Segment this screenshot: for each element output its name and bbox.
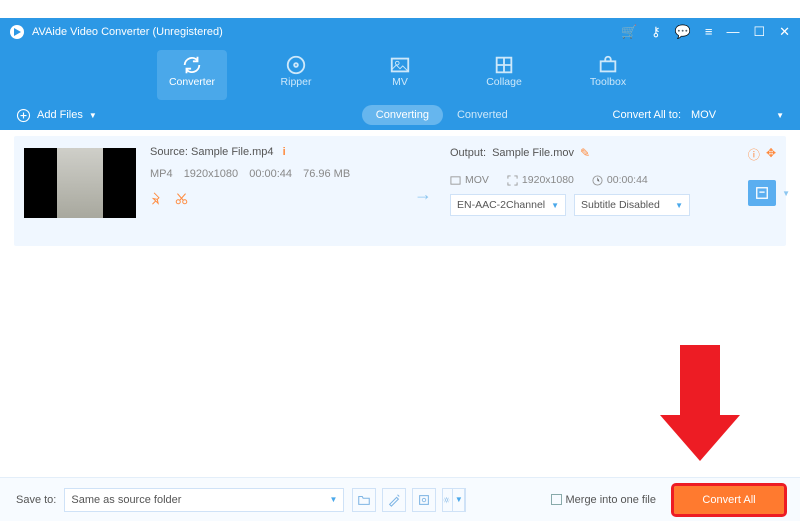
source-duration: 00:00:44	[249, 168, 292, 180]
settings-button[interactable]: ▼	[442, 488, 466, 512]
out-format: MOV	[465, 174, 489, 186]
save-to-select[interactable]: Same as source folder▼	[64, 488, 344, 512]
convert-all-to-label: Convert All to:	[613, 109, 681, 121]
nav-ripper[interactable]: Ripper	[261, 50, 331, 100]
open-folder-button[interactable]	[352, 488, 376, 512]
merge-label: Merge into one file	[566, 494, 657, 506]
titlebar: AVAide Video Converter (Unregistered) 🛒 …	[0, 18, 800, 46]
move-icon[interactable]: ✥	[766, 146, 776, 163]
profile-button[interactable]: ▼	[748, 180, 776, 206]
pin-icon[interactable]	[150, 192, 163, 205]
annotation-arrow	[680, 345, 740, 461]
nav-label: Ripper	[281, 76, 312, 88]
warning-icon[interactable]: ⓘ	[748, 146, 760, 163]
plus-circle-icon	[16, 108, 31, 123]
footer: Save to: Same as source folder▼ ▼ Merge …	[0, 477, 800, 521]
chevron-down-icon: ▼	[89, 111, 97, 120]
source-filename: Sample File.mp4	[191, 146, 274, 158]
key-icon[interactable]: ⚷	[651, 24, 661, 40]
add-files-label: Add Files	[37, 109, 83, 121]
arrow-icon: →	[414, 184, 432, 205]
nav-toolbox[interactable]: Toolbox	[573, 50, 643, 100]
enhance-button[interactable]	[382, 488, 406, 512]
nav-converter[interactable]: Converter	[157, 50, 227, 100]
compress-button[interactable]	[412, 488, 436, 512]
chevron-down-icon: ▼	[782, 189, 790, 198]
source-resolution: 1920x1080	[184, 168, 238, 180]
minimize-icon[interactable]: —	[726, 24, 739, 40]
add-files-button[interactable]: Add Files ▼	[16, 108, 97, 123]
edit-icon[interactable]: ✎	[580, 146, 590, 160]
tab-converted[interactable]: Converted	[443, 105, 522, 125]
maximize-icon[interactable]: ☐	[753, 24, 765, 40]
out-duration: 00:00:44	[607, 174, 648, 186]
grid-icon	[493, 54, 515, 76]
app-title: AVAide Video Converter (Unregistered)	[32, 26, 223, 38]
nav-collage[interactable]: Collage	[469, 50, 539, 100]
save-to-label: Save to:	[16, 494, 56, 506]
app-logo	[10, 25, 24, 39]
tab-converting[interactable]: Converting	[362, 105, 443, 125]
feedback-icon[interactable]: 💬	[675, 24, 691, 40]
cart-icon[interactable]: 🛒	[621, 24, 637, 40]
nav-label: Toolbox	[590, 76, 626, 88]
thumbnail[interactable]	[24, 148, 136, 218]
source-label: Source:	[150, 146, 188, 158]
nav-label: MV	[392, 76, 408, 88]
disc-icon	[285, 54, 307, 76]
close-icon[interactable]: ✕	[779, 24, 790, 40]
nav-label: Collage	[486, 76, 522, 88]
toolbar: Add Files ▼ Converting Converted Convert…	[0, 100, 800, 130]
output-filename: Sample File.mov	[492, 147, 574, 159]
out-resolution: 1920x1080	[522, 174, 574, 186]
audio-select[interactable]: EN-AAC-2Channel▼	[450, 194, 566, 216]
merge-checkbox[interactable]: Merge into one file	[551, 494, 657, 506]
film-icon	[450, 175, 461, 186]
source-format: MP4	[150, 168, 173, 180]
clock-icon	[592, 175, 603, 186]
menubar	[0, 0, 800, 18]
convert-all-format-select[interactable]: MOV▼	[691, 109, 784, 121]
refresh-icon	[181, 54, 203, 76]
nav: Converter Ripper MV Collage Toolbox	[0, 46, 800, 100]
image-icon	[389, 54, 411, 76]
cut-icon[interactable]	[175, 192, 188, 205]
expand-icon	[507, 175, 518, 186]
nav-mv[interactable]: MV	[365, 50, 435, 100]
convert-all-button[interactable]: Convert All	[674, 486, 784, 514]
subtitle-select[interactable]: Subtitle Disabled▼	[574, 194, 690, 216]
source-size: 76.96 MB	[303, 168, 350, 180]
file-row: Source: Sample File.mp4 i MP4 1920x1080 …	[14, 136, 786, 246]
nav-label: Converter	[169, 76, 215, 88]
output-label: Output:	[450, 147, 486, 159]
menu-icon[interactable]: ≡	[705, 24, 713, 40]
info-icon[interactable]: i	[283, 146, 286, 158]
toolbox-icon	[597, 54, 619, 76]
